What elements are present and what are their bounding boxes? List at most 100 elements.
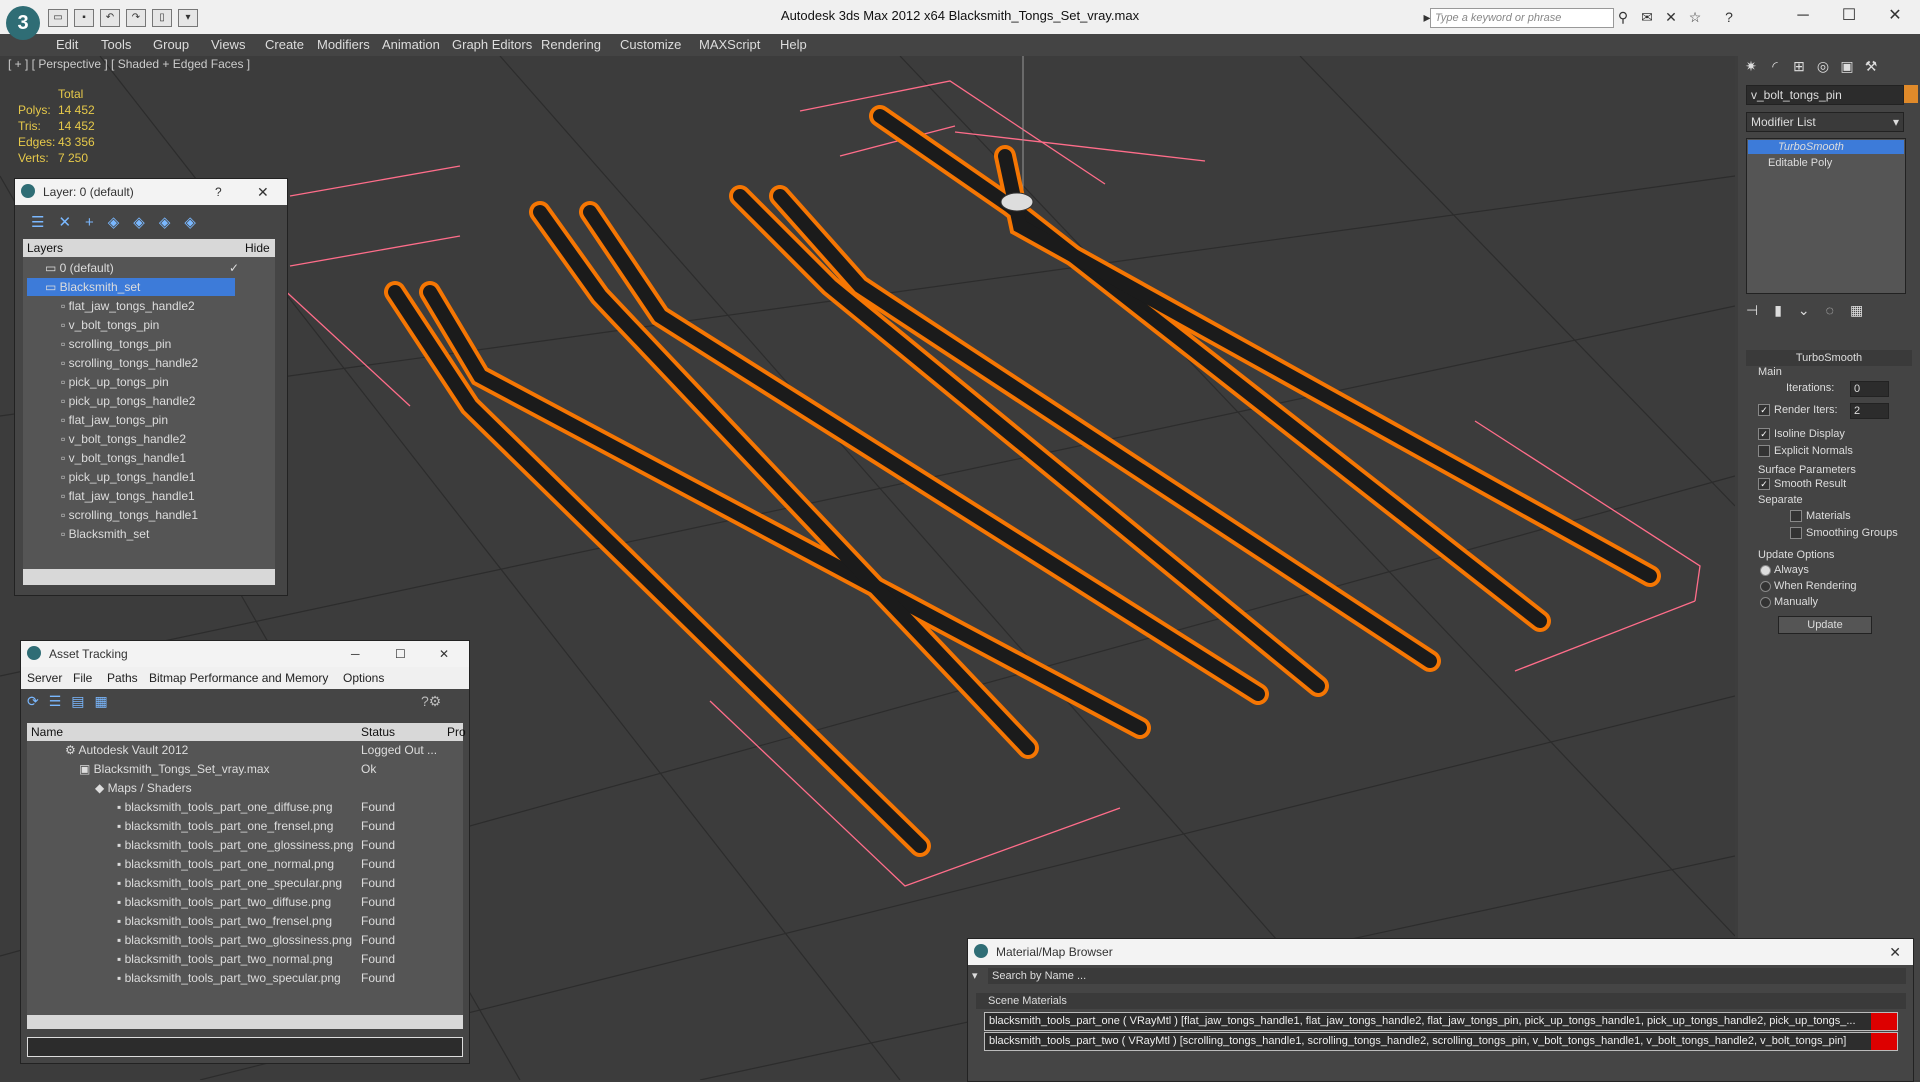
close-icon[interactable]: ✕ xyxy=(439,641,449,667)
isoline-checkbox[interactable]: ✓ xyxy=(1758,428,1770,440)
turbosmooth-rollout-header[interactable]: TurboSmooth xyxy=(1746,350,1912,366)
stack-controls[interactable]: ⊣▮⌄◌▦ xyxy=(1746,302,1879,319)
menu-animation[interactable]: Animation xyxy=(382,37,440,52)
layer-object-row[interactable]: ▫ flat_jaw_tongs_handle2 xyxy=(61,297,195,315)
col-layers: Layers xyxy=(27,241,64,255)
layer-object-row[interactable]: ▫ pick_up_tongs_handle1 xyxy=(61,468,195,486)
tools-icon[interactable]: ✕ xyxy=(1662,8,1680,26)
stack-item-turbosmooth[interactable]: TurboSmooth xyxy=(1748,140,1904,154)
layer-object-row[interactable]: ▫ scrolling_tongs_pin xyxy=(61,335,171,353)
menu-graph-editors[interactable]: Graph Editors xyxy=(452,37,532,52)
asset-menu-options[interactable]: Options xyxy=(343,667,384,689)
help-icon[interactable]: ? xyxy=(215,179,222,205)
smooth-result-checkbox[interactable]: ✓ xyxy=(1758,478,1770,490)
search-by-name-input[interactable]: Search by Name ... xyxy=(988,968,1906,984)
layer-object-row[interactable]: ▫ v_bolt_tongs_pin xyxy=(61,316,159,334)
maximize-icon[interactable]: ☐ xyxy=(1826,4,1872,28)
hierarchy-tab-icon[interactable]: ⊞ xyxy=(1788,56,1810,76)
table-row[interactable]: ▪ blacksmith_tools_part_two_frensel.png xyxy=(117,912,332,931)
table-row[interactable]: ▪ blacksmith_tools_part_one_frensel.png xyxy=(117,817,333,836)
asset-menu-bitmap[interactable]: Bitmap Performance and Memory xyxy=(149,667,328,689)
layer-object-row[interactable]: ▫ flat_jaw_tongs_pin xyxy=(61,411,168,429)
asset-scrollbar[interactable] xyxy=(27,1015,463,1029)
render-iters-spinner[interactable]: 2 xyxy=(1850,403,1889,419)
material-row-part-one[interactable]: blacksmith_tools_part_one ( VRayMtl ) [f… xyxy=(984,1012,1898,1031)
update-button[interactable]: Update xyxy=(1778,616,1872,634)
menu-views[interactable]: Views xyxy=(211,37,245,52)
menu-create[interactable]: Create xyxy=(265,37,304,52)
table-row[interactable]: ▪ blacksmith_tools_part_one_glossiness.p… xyxy=(117,836,353,855)
minimize-icon[interactable]: ─ xyxy=(351,641,360,667)
iterations-spinner[interactable]: 0 xyxy=(1850,381,1889,397)
render-iters-checkbox[interactable]: ✓ xyxy=(1758,404,1770,416)
scene-materials-header[interactable]: Scene Materials xyxy=(976,993,1906,1009)
table-row[interactable]: ▪ blacksmith_tools_part_two_glossiness.p… xyxy=(117,931,352,950)
menu-modifiers[interactable]: Modifiers xyxy=(317,37,370,52)
asset-toolbar[interactable]: ⟳☰▤▦ xyxy=(27,693,118,710)
favorites-icon[interactable]: ☆ xyxy=(1686,8,1704,26)
asset-menu-file[interactable]: File xyxy=(73,667,92,689)
stack-item-editable-poly[interactable]: Editable Poly xyxy=(1748,156,1904,170)
binoculars-icon[interactable]: ⚲ xyxy=(1614,8,1632,26)
table-row[interactable]: ▪ blacksmith_tools_part_one_normal.png xyxy=(117,855,334,874)
table-row[interactable]: ▪ blacksmith_tools_part_one_specular.png xyxy=(117,874,342,893)
manually-radio[interactable] xyxy=(1760,597,1771,608)
help-icon[interactable]: ? xyxy=(1720,8,1738,26)
minimize-icon[interactable]: ─ xyxy=(1780,4,1826,28)
keyword-search-input[interactable]: Type a keyword or phrase xyxy=(1430,8,1614,28)
smoothing-groups-checkbox[interactable] xyxy=(1790,527,1802,539)
layers-scrollbar[interactable] xyxy=(23,569,275,585)
viewport-label[interactable]: [ + ] [ Perspective ] [ Shaded + Edged F… xyxy=(8,57,250,71)
menu-customize[interactable]: Customize xyxy=(620,37,681,52)
app-logo-icon[interactable]: 3 xyxy=(6,6,40,40)
object-name: flat_jaw_tongs_handle1 xyxy=(68,489,195,503)
layer-object-row[interactable]: ▫ Blacksmith_set xyxy=(61,525,149,543)
layer-object-row[interactable]: ▫ scrolling_tongs_handle1 xyxy=(61,506,198,524)
table-row[interactable]: ◆ Maps / Shaders xyxy=(95,779,192,798)
close-icon[interactable]: ✕ xyxy=(257,179,269,205)
close-icon[interactable]: ✕ xyxy=(1872,4,1918,28)
layer-object-row[interactable]: ▫ pick_up_tongs_handle2 xyxy=(61,392,195,410)
table-row[interactable]: ▣ Blacksmith_Tongs_Set_vray.max xyxy=(79,760,270,779)
layer-object-row[interactable]: ▫ v_bolt_tongs_handle2 xyxy=(61,430,186,448)
close-icon[interactable]: ✕ xyxy=(1889,939,1901,965)
layer-object-row[interactable]: ▫ v_bolt_tongs_handle1 xyxy=(61,449,186,467)
modify-tab-icon[interactable]: ◜ xyxy=(1764,56,1786,76)
when-rendering-radio[interactable] xyxy=(1760,581,1771,592)
table-row[interactable]: ▪ blacksmith_tools_part_one_diffuse.png xyxy=(117,798,333,817)
menu-rendering[interactable]: Rendering xyxy=(541,37,601,52)
menu-tools[interactable]: Tools xyxy=(101,37,131,52)
always-radio[interactable] xyxy=(1760,565,1771,576)
layer-object-row[interactable]: ▫ scrolling_tongs_handle2 xyxy=(61,354,198,372)
menu-group[interactable]: Group xyxy=(153,37,189,52)
layer-object-row[interactable]: ▫ flat_jaw_tongs_handle1 xyxy=(61,487,195,505)
layer-object-row[interactable]: ▫ pick_up_tongs_pin xyxy=(61,373,169,391)
browser-options-icon[interactable]: ▾ xyxy=(972,969,978,982)
asset-path-field[interactable] xyxy=(27,1037,463,1057)
material-row-part-two[interactable]: blacksmith_tools_part_two ( VRayMtl ) [s… xyxy=(984,1032,1898,1051)
asset-help-icon[interactable]: ?⚙ xyxy=(421,693,441,710)
layer-row-blacksmith-set[interactable]: ▭ Blacksmith_set xyxy=(27,278,235,296)
create-tab-icon[interactable]: ✷ xyxy=(1740,56,1762,76)
object-name-field[interactable]: v_bolt_tongs_pin xyxy=(1746,85,1904,105)
menu-help[interactable]: Help xyxy=(780,37,807,52)
table-row[interactable]: ▪ blacksmith_tools_part_two_specular.png xyxy=(117,969,341,988)
asset-menu-paths[interactable]: Paths xyxy=(107,667,138,689)
explicit-normals-checkbox[interactable] xyxy=(1758,445,1770,457)
table-row[interactable]: ▪ blacksmith_tools_part_two_normal.png xyxy=(117,950,333,969)
menu-maxscript[interactable]: MAXScript xyxy=(699,37,760,52)
table-row[interactable]: ▪ blacksmith_tools_part_two_diffuse.png xyxy=(117,893,331,912)
menu-edit[interactable]: Edit xyxy=(56,37,78,52)
table-row[interactable]: ⚙ Autodesk Vault 2012 xyxy=(65,741,188,760)
modifier-list-dropdown[interactable]: Modifier List ▾ xyxy=(1746,112,1904,132)
layer-toolbar[interactable]: ☰✕+◈◈◈◈ xyxy=(31,213,210,231)
materials-checkbox[interactable] xyxy=(1790,510,1802,522)
communication-icon[interactable]: ✉ xyxy=(1638,8,1656,26)
maximize-icon[interactable]: ☐ xyxy=(395,641,406,667)
layer-row-default[interactable]: ▭ 0 (default) xyxy=(45,259,225,277)
display-tab-icon[interactable]: ▣ xyxy=(1836,56,1858,76)
motion-tab-icon[interactable]: ◎ xyxy=(1812,56,1834,76)
utilities-tab-icon[interactable]: ⚒ xyxy=(1860,56,1882,76)
asset-menu-server[interactable]: Server xyxy=(27,667,62,689)
object-color-swatch[interactable] xyxy=(1904,85,1918,103)
